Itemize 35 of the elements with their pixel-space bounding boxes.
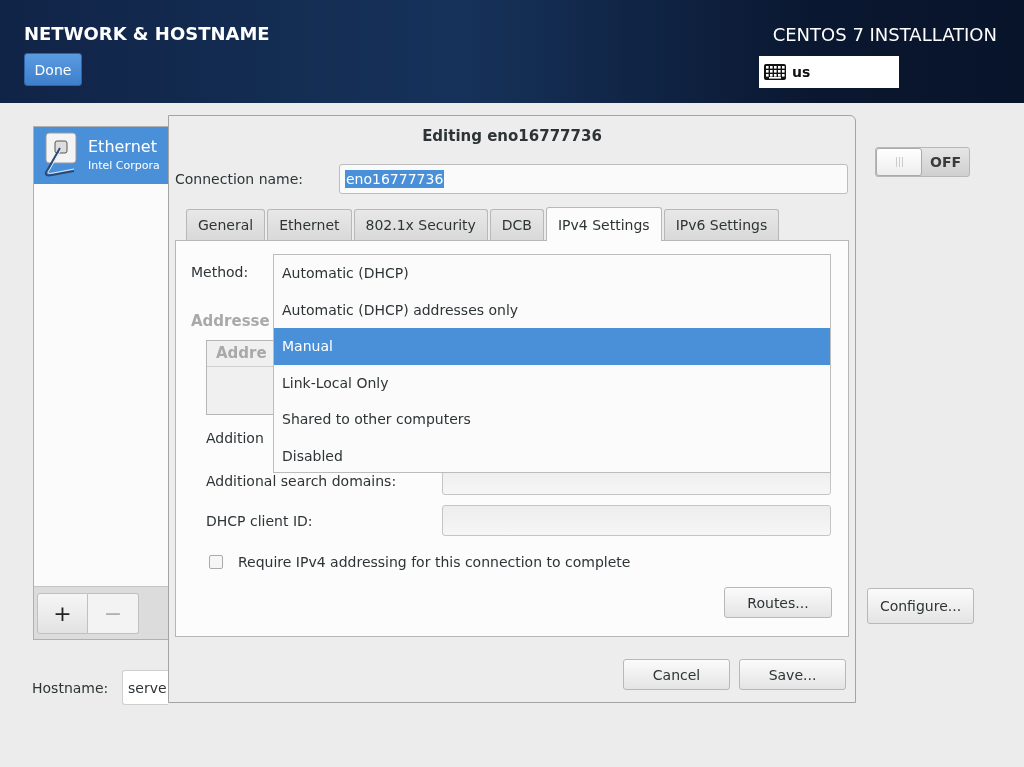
- connection-name-label: Connection name:: [175, 171, 305, 187]
- tab[interactable]: DCB: [489, 209, 544, 240]
- page-title: NETWORK & HOSTNAME: [24, 22, 270, 46]
- configure-button[interactable]: Configure...: [867, 588, 974, 624]
- device-detail: Intel Corpora: [88, 157, 160, 174]
- hostname-label: Hostname:: [32, 679, 110, 696]
- routes-button[interactable]: Routes...: [724, 587, 832, 618]
- dhcp-client-id-label: DHCP client ID:: [206, 512, 314, 529]
- tab[interactable]: General: [186, 209, 266, 240]
- checkbox-label: Require IPv4 addressing for this connection to complete: [238, 554, 631, 570]
- cancel-button[interactable]: Cancel: [623, 659, 730, 690]
- method-option[interactable]: Automatic (DHCP): [274, 255, 830, 292]
- tab[interactable]: Ethernet: [267, 209, 352, 240]
- addresses-heading: Addresse: [190, 311, 270, 332]
- tab[interactable]: IPv4 Settings: [546, 207, 662, 241]
- add-button[interactable]: +: [37, 592, 88, 634]
- product-title: CENTOS 7 INSTALLATION: [772, 23, 997, 47]
- keyboard-icon: [764, 64, 786, 80]
- method-option[interactable]: Automatic (DHCP) addresses only: [274, 291, 830, 328]
- method-label: Method:: [191, 264, 249, 280]
- tab[interactable]: IPv6 Settings: [663, 209, 780, 240]
- method-option[interactable]: Shared to other computers: [274, 401, 830, 438]
- keyboard-layout-indicator[interactable]: us: [759, 56, 899, 88]
- on-off-switch[interactable]: OFF: [875, 147, 970, 177]
- tab[interactable]: 802.1x Security: [353, 209, 488, 240]
- additional-label: Addition: [205, 429, 264, 448]
- search-domains-label: Additional search domains:: [206, 473, 398, 489]
- method-option[interactable]: Disabled: [274, 437, 830, 474]
- save-button[interactable]: Save...: [739, 659, 846, 690]
- method-option[interactable]: Link-Local Only: [274, 364, 830, 401]
- device-name: Ethernet: [88, 136, 158, 157]
- dialog-title: Editing eno16777736: [421, 126, 603, 147]
- checkbox[interactable]: [209, 555, 223, 569]
- dhcp-client-id-field[interactable]: [442, 505, 831, 536]
- hostname-field[interactable]: serve: [122, 670, 168, 705]
